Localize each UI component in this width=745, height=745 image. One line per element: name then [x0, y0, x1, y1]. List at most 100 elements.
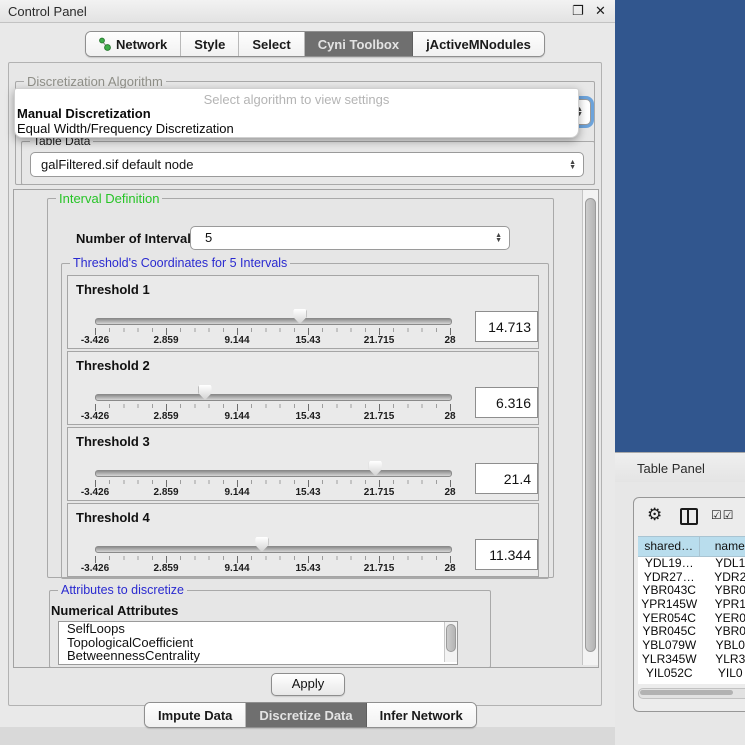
tab-network[interactable]: Network	[86, 32, 181, 56]
slider-tick-label: 9.144	[224, 335, 249, 346]
table-row[interactable]: YER054CYER0	[638, 612, 745, 626]
cell-name[interactable]: YBL0	[700, 639, 745, 653]
table-data-combo-value: galFiltered.sif default node	[41, 157, 193, 172]
threshold-slider-track[interactable]	[95, 394, 452, 401]
cell-name[interactable]: YDR2	[700, 571, 745, 585]
table-header-row: shared… name	[638, 536, 745, 557]
attribute-list-item[interactable]: BetweennessCentrality	[59, 649, 457, 663]
table-row[interactable]: YIL052CYIL0	[638, 667, 745, 681]
attribute-list-item[interactable]: SelfLoops	[59, 622, 457, 636]
slider-major-ticks	[95, 556, 450, 563]
algorithm-option-equal-width[interactable]: Equal Width/Frequency Discretization	[17, 121, 234, 136]
discretization-algorithm-group-title: Discretization Algorithm	[24, 74, 166, 89]
cell-shared-name[interactable]: YLR345W	[638, 653, 700, 667]
tab-style[interactable]: Style	[181, 32, 239, 56]
columns-icon[interactable]	[680, 508, 698, 525]
scrollbar-thumb[interactable]	[640, 690, 733, 695]
slider-tick-label: 21.715	[364, 335, 395, 346]
gear-icon[interactable]: ⚙	[647, 505, 662, 525]
slider-tick-label: 21.715	[364, 411, 395, 422]
table-row[interactable]: YPR145WYPR1	[638, 598, 745, 612]
threshold-value-field[interactable]	[475, 539, 538, 570]
apply-button[interactable]: Apply	[271, 673, 345, 696]
slider-tick-label: 15.43	[295, 563, 320, 574]
threshold-slider-track[interactable]	[95, 546, 452, 553]
tab-select[interactable]: Select	[239, 32, 304, 56]
number-of-intervals-combo[interactable]: 5 ▲▼	[190, 226, 510, 250]
tab-jactivemnodules[interactable]: jActiveMNodules	[413, 32, 544, 56]
threshold-label: Threshold 1	[76, 282, 150, 297]
cell-shared-name[interactable]: YBR043C	[638, 584, 700, 598]
slider-tick-label: 28	[444, 563, 455, 574]
cell-name[interactable]: YER0	[700, 612, 745, 626]
slider-tick-label: 21.715	[364, 487, 395, 498]
threshold-value-field[interactable]	[475, 311, 538, 342]
cyni-toolbox-panel: Discretization Algorithm ▲▼ Table Data g…	[8, 62, 602, 706]
threshold-label: Threshold 4	[76, 510, 150, 525]
table-row[interactable]: YBR045CYBR0	[638, 625, 745, 639]
slider-tick-label: -3.426	[81, 411, 109, 422]
cell-shared-name[interactable]: YIL052C	[638, 667, 700, 681]
cell-shared-name[interactable]: YDL19…	[638, 557, 700, 571]
slider-major-ticks	[95, 480, 450, 487]
slider-tick-label: 28	[444, 411, 455, 422]
network-desktop: GAL80GACGAL11GAL4GCY1HHAP2	[615, 0, 745, 452]
list-scrollbar[interactable]	[444, 622, 457, 662]
slider-major-ticks	[95, 404, 450, 411]
cell-name[interactable]: YDL1	[700, 557, 745, 571]
tab-cyni-toolbox[interactable]: Cyni Toolbox	[305, 32, 413, 56]
network-icon	[99, 37, 111, 51]
cell-shared-name[interactable]: YDR27…	[638, 571, 700, 585]
number-of-intervals-label: Number of Intervals	[76, 231, 198, 246]
cell-name[interactable]: YBR0	[700, 584, 745, 598]
table-row[interactable]: YLR345WYLR3	[638, 653, 745, 667]
slider-tick-labels: -3.4262.8599.14415.4321.71528	[95, 487, 450, 498]
threshold-slider-track[interactable]	[95, 318, 452, 325]
cell-shared-name[interactable]: YPR145W	[638, 598, 700, 612]
numerical-attributes-list[interactable]: SelfLoopsTopologicalCoefficientBetweenne…	[58, 621, 458, 665]
table-row[interactable]: YDL19…YDL1	[638, 557, 745, 571]
threshold-slider-track[interactable]	[95, 470, 452, 477]
threshold-value-field[interactable]	[475, 387, 538, 418]
slider-tick-label: -3.426	[81, 335, 109, 346]
bottom-tab-discretize-data[interactable]: Discretize Data	[246, 703, 366, 727]
cell-shared-name[interactable]: YBR045C	[638, 625, 700, 639]
bottom-tab-infer-network[interactable]: Infer Network	[367, 703, 476, 727]
table-hscrollbar[interactable]	[638, 688, 745, 699]
algorithm-option-manual[interactable]: Manual Discretization	[17, 106, 151, 121]
bottom-tab-label: Impute Data	[158, 708, 232, 723]
cell-shared-name[interactable]: YBL079W	[638, 639, 700, 653]
attribute-list-item[interactable]: TopologicalCoefficient	[59, 636, 457, 650]
table-data-group: Table Data galFiltered.sif default node …	[21, 141, 595, 185]
table-row[interactable]: YBR043CYBR0	[638, 584, 745, 598]
scrollbar-thumb[interactable]	[585, 198, 596, 652]
bottom-tab-impute-data[interactable]: Impute Data	[145, 703, 246, 727]
cell-name[interactable]: YBR0	[700, 625, 745, 639]
column-header-name[interactable]: name	[700, 536, 745, 557]
top-tab-strip: NetworkStyleSelect Cyni Toolbox jActiveMNo…	[85, 31, 545, 57]
slider-tick-label: 9.144	[224, 487, 249, 498]
threshold-label: Threshold 2	[76, 358, 150, 373]
cell-name[interactable]: YIL0	[700, 667, 745, 681]
float-window-icon[interactable]: ❐	[572, 3, 584, 19]
panel-scrollbar[interactable]	[582, 190, 598, 665]
table-panel: ⚙ ☑☑ shared… name YDL19…YDL1YDR27…YDR2YB…	[615, 482, 745, 745]
number-of-intervals-value: 5	[205, 230, 212, 245]
slider-tick-label: 9.144	[224, 411, 249, 422]
column-header-shared-name[interactable]: shared…	[638, 536, 700, 557]
interval-definition-group: Interval Definition Number of Intervals …	[47, 198, 554, 578]
table-row[interactable]: YBL079WYBL0	[638, 639, 745, 653]
cell-shared-name[interactable]: YER054C	[638, 612, 700, 626]
thresholds-group: Threshold's Coordinates for 5 Intervals …	[61, 263, 549, 579]
table-data-combo[interactable]: galFiltered.sif default node ▲▼	[30, 152, 584, 177]
scrollbar-thumb[interactable]	[446, 624, 456, 652]
table-row[interactable]: YDR27…YDR2	[638, 571, 745, 585]
cell-name[interactable]: YPR1	[700, 598, 745, 612]
select-columns-checkboxes-icon[interactable]: ☑☑	[711, 508, 735, 522]
threshold-value-field[interactable]	[475, 463, 538, 494]
numerical-attributes-heading: Numerical Attributes	[51, 603, 178, 618]
tab-label: Cyni Toolbox	[318, 37, 399, 52]
slider-tick-labels: -3.4262.8599.14415.4321.71528	[95, 411, 450, 422]
close-icon[interactable]: ✕	[595, 3, 606, 19]
cell-name[interactable]: YLR3	[700, 653, 745, 667]
